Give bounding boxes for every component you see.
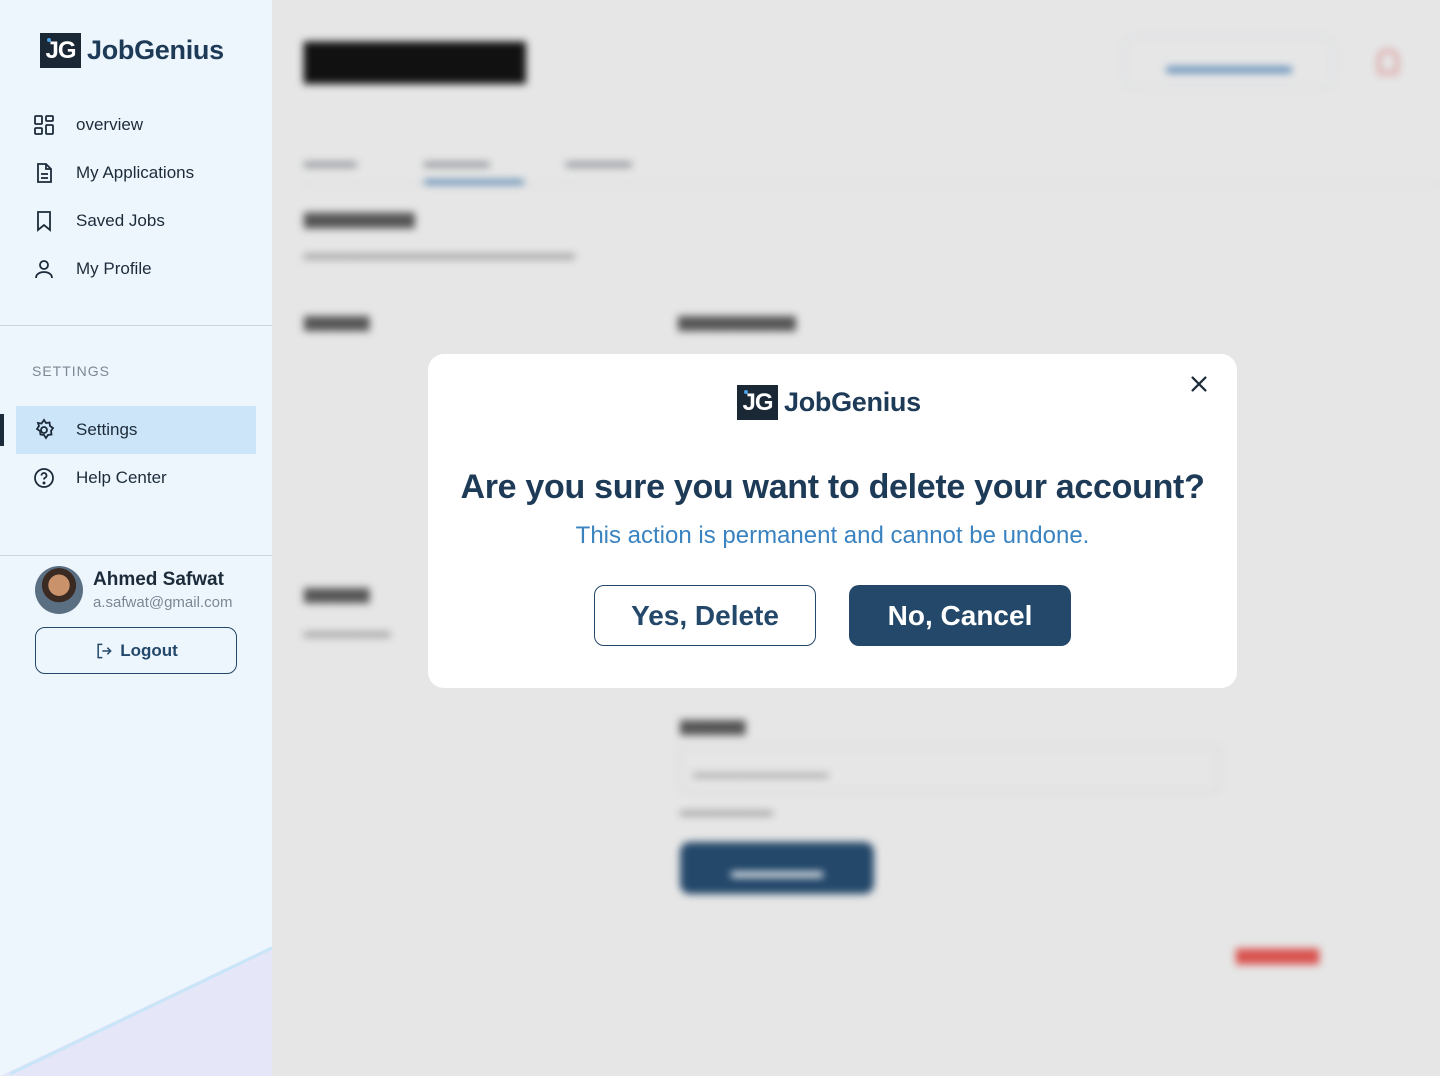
sidebar: JG JobGenius overview My Applications Sa… <box>0 0 272 1076</box>
user-email: a.safwat@gmail.com <box>93 594 233 611</box>
bell-icon <box>1378 50 1398 74</box>
input-hint-blurred: ▂▂▂▂▂▂▂▂ <box>680 799 773 816</box>
delete-account-link-blurred: ▆▆▆▆▆▆ <box>1236 944 1320 964</box>
brand-name: JobGenius <box>87 35 224 65</box>
dialog-title: Are you sure you want to delete your acc… <box>460 468 1205 506</box>
tab-blurred: ▂▂▂▂▂ <box>424 148 490 167</box>
settings-section-label: SETTINGS <box>32 363 111 379</box>
logo-mark: JG <box>737 385 778 420</box>
field-value-blurred: ▆▆▆▆▆▆▆▆▆ <box>678 312 796 331</box>
field-label-blurred: ▆▆▆▆▆ <box>304 312 370 331</box>
user-icon <box>35 260 53 279</box>
cancel-button[interactable]: No, Cancel <box>849 585 1071 646</box>
sidebar-item-my-profile[interactable]: My Profile <box>16 245 256 293</box>
sidebar-item-label: Help Center <box>76 468 167 487</box>
active-indicator <box>0 414 4 446</box>
field-label-blurred: ▆▆▆▆▆ <box>680 716 746 735</box>
gear-icon <box>35 418 55 440</box>
dialog-brand-logo: JG JobGenius <box>737 385 921 420</box>
tab-blurred: ▂▂▂▂▂ <box>566 148 632 167</box>
tab-blurred: ▂▂▂▂ <box>304 148 357 167</box>
sidebar-item-overview[interactable]: overview <box>16 101 256 149</box>
delete-account-dialog: JG JobGenius Are you sure you want to de… <box>428 354 1237 688</box>
field-label-blurred: ▆▆▆▆▆ <box>304 584 370 603</box>
avatar <box>35 566 83 614</box>
tabs-divider <box>302 184 1440 185</box>
back-button-blurred: ▂▂▂▂▂▂▂▂▂ <box>1124 36 1334 88</box>
change-password-button-blurred: ▂▂▂▂▂▂▂ <box>680 842 874 894</box>
password-input-blurred: ▂▂▂▂▂▂▂▂▂▂▂ <box>680 746 1220 792</box>
logout-button[interactable]: Logout <box>35 627 237 674</box>
page-title-blurred: ▆▆▆▆▆▆ <box>304 30 526 83</box>
sidebar-item-label: My Profile <box>76 259 152 278</box>
confirm-delete-button[interactable]: Yes, Delete <box>594 585 816 646</box>
close-icon <box>1191 376 1207 392</box>
brand-logo[interactable]: JG JobGenius <box>40 33 224 68</box>
user-card: Ahmed Safwat a.safwat@gmail.com <box>35 566 232 614</box>
sidebar-item-settings[interactable]: Settings <box>16 406 256 454</box>
dialog-subtitle: This action is permanent and cannot be u… <box>575 522 1090 549</box>
field-desc-blurred: ▂▂▂▂▂▂▂ <box>304 620 391 637</box>
sidebar-item-my-applications[interactable]: My Applications <box>16 149 256 197</box>
brand-name: JobGenius <box>784 387 921 417</box>
logout-icon <box>97 643 112 658</box>
sidebar-divider <box>0 555 272 556</box>
section-desc-blurred: ▂▂▂▂▂▂▂▂▂▂▂▂▂▂▂▂▂▂▂▂▂▂ <box>304 242 575 259</box>
logo-mark: JG <box>40 33 81 68</box>
grid-icon <box>34 115 54 135</box>
section-heading-blurred: ▆▆▆▆▆▆▆▆ <box>304 208 415 228</box>
bookmark-icon <box>37 211 51 232</box>
user-name: Ahmed Safwat <box>93 569 224 590</box>
sidebar-item-help-center[interactable]: Help Center <box>16 454 256 502</box>
document-icon <box>37 163 52 183</box>
logout-label: Logout <box>120 640 178 660</box>
sidebar-item-label: Settings <box>76 420 138 439</box>
sidebar-item-saved-jobs[interactable]: Saved Jobs <box>16 197 256 245</box>
sidebar-item-label: overview <box>76 115 144 134</box>
help-circle-icon <box>34 468 54 488</box>
close-button[interactable] <box>1186 371 1212 397</box>
sidebar-item-label: My Applications <box>76 163 195 182</box>
sidebar-item-label: Saved Jobs <box>76 211 165 230</box>
sidebar-decoration <box>0 946 272 1076</box>
sidebar-divider <box>0 325 272 326</box>
